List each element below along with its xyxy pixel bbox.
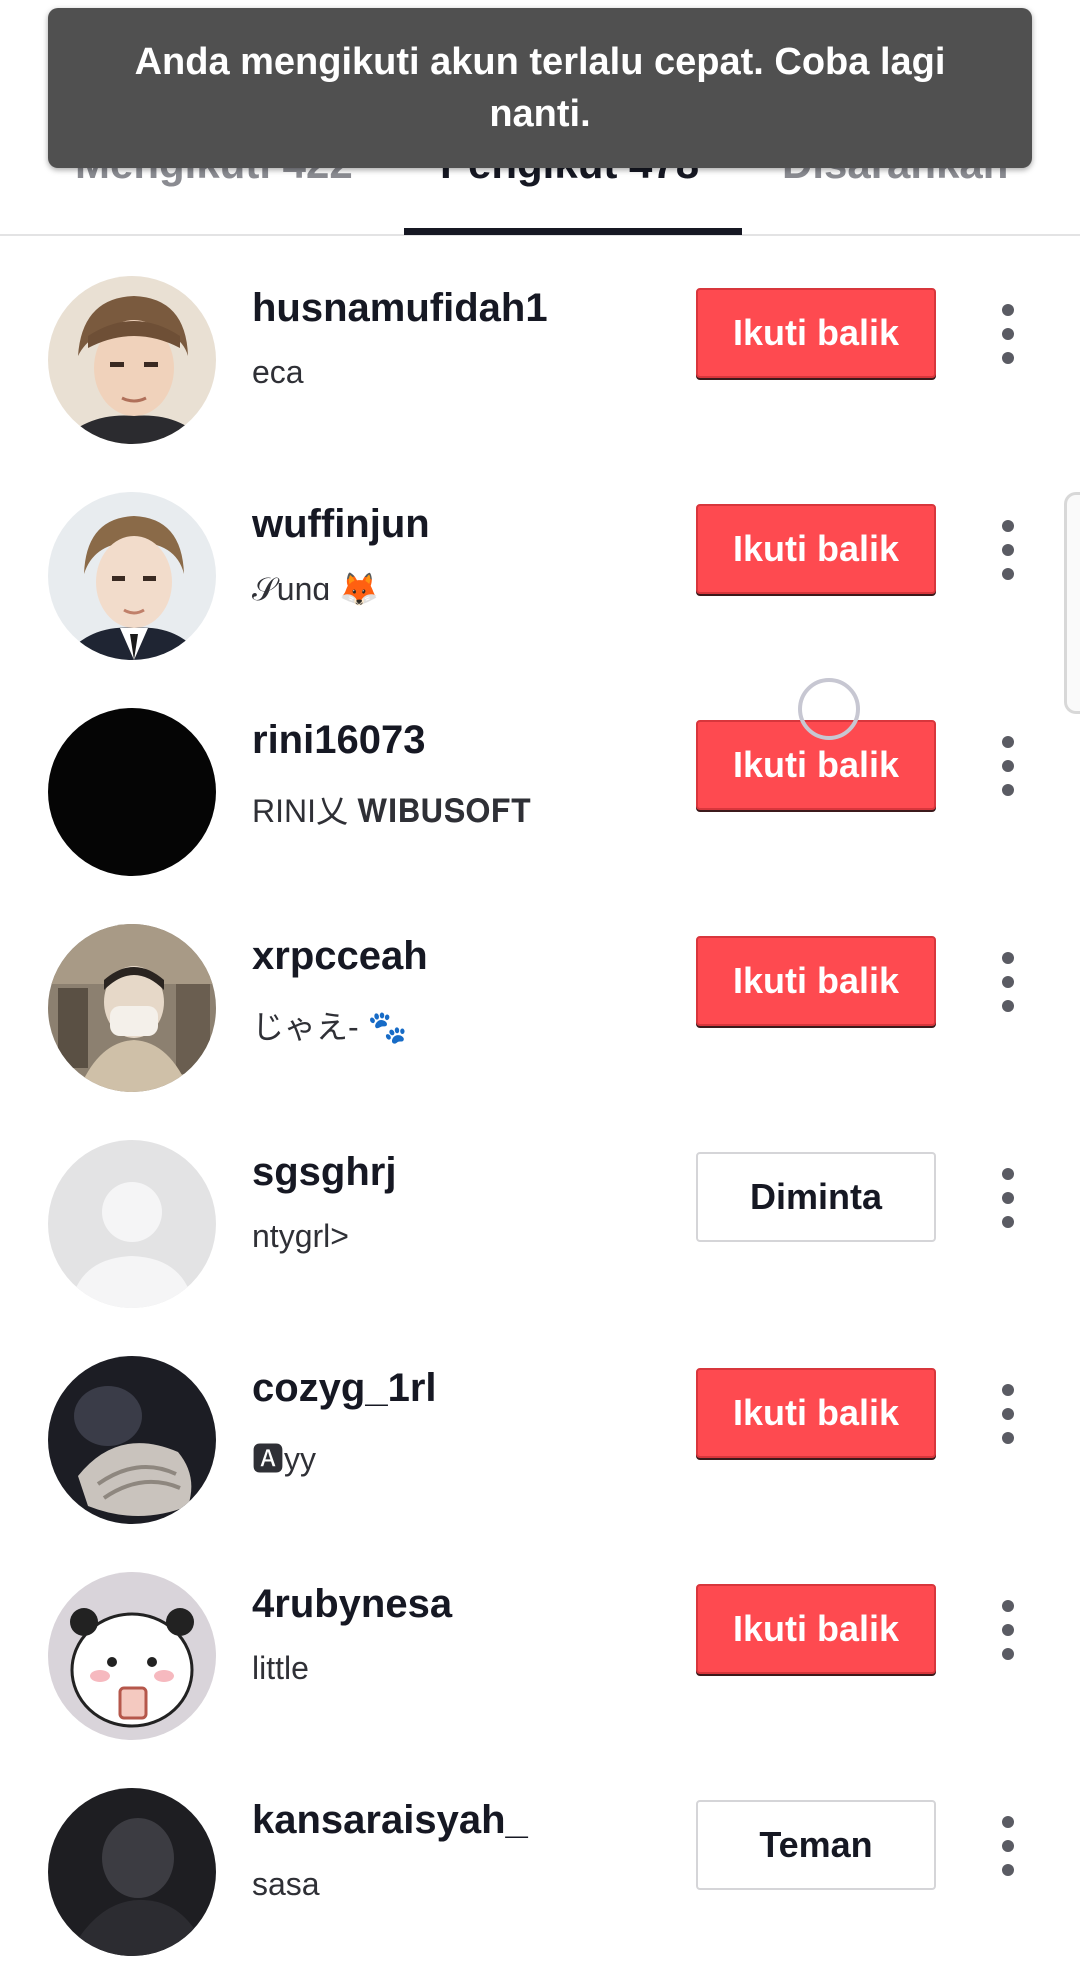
avatar[interactable] <box>48 276 216 444</box>
username[interactable]: xrpcceah <box>252 934 428 979</box>
follower-row[interactable]: sgsghrj ntygrl> Diminta <box>0 1100 1080 1316</box>
follower-row[interactable]: xrpcceah じゃえ- 🐾 Ikuti balik <box>0 884 1080 1100</box>
more-options-icon[interactable] <box>990 1164 1026 1234</box>
nickname: 𝒮unɑ 🦊 <box>252 571 379 607</box>
username[interactable]: wuffinjun <box>252 502 430 547</box>
more-options-icon[interactable] <box>990 732 1026 802</box>
nickname: eca <box>252 354 304 390</box>
default-person-icon <box>48 1140 216 1308</box>
avatar[interactable] <box>48 708 216 876</box>
more-options-icon[interactable] <box>990 300 1026 370</box>
more-options-icon[interactable] <box>990 516 1026 586</box>
toast-message: Anda mengikuti akun terlalu cepat. Coba … <box>134 41 946 135</box>
more-options-icon[interactable] <box>990 1812 1026 1882</box>
nickname: little <box>252 1650 309 1686</box>
follow-back-button[interactable]: Ikuti balik <box>696 936 936 1026</box>
more-options-icon[interactable] <box>990 948 1026 1018</box>
active-tab-indicator <box>404 228 742 235</box>
username[interactable]: cozyg_1rl <box>252 1366 437 1411</box>
username[interactable]: kansaraisyah_ <box>252 1798 528 1843</box>
scrollbar[interactable] <box>1064 492 1080 714</box>
touch-indicator <box>798 678 860 740</box>
follower-row[interactable]: wuffinjun 𝒮unɑ 🦊 Ikuti balik <box>0 452 1080 668</box>
username[interactable]: 4rubynesa <box>252 1582 452 1627</box>
nickname: RINI乂 𝐖𝐈𝐁𝐔𝐒𝐎𝐅𝐓 <box>252 793 532 829</box>
requested-button[interactable]: Diminta <box>696 1152 936 1242</box>
follower-row[interactable]: husnamufidah1 eca Ikuti balik <box>0 236 1080 452</box>
follow-back-button[interactable]: Ikuti balik <box>696 288 936 378</box>
rate-limit-toast: Anda mengikuti akun terlalu cepat. Coba … <box>48 8 1032 168</box>
avatar[interactable] <box>48 1788 216 1956</box>
follow-back-button[interactable]: Ikuti balik <box>696 504 936 594</box>
nickname: 🅰yy <box>252 1441 317 1477</box>
follower-row[interactable]: kansaraisyah_ sasa Teman <box>0 1748 1080 1964</box>
avatar[interactable] <box>48 1140 216 1308</box>
follower-row[interactable]: cozyg_1rl 🅰yy Ikuti balik <box>0 1316 1080 1532</box>
nickname: ntygrl> <box>252 1218 349 1254</box>
avatar[interactable] <box>48 924 216 1092</box>
more-options-icon[interactable] <box>990 1596 1026 1666</box>
avatar[interactable] <box>48 492 216 660</box>
avatar[interactable] <box>48 1572 216 1740</box>
more-options-icon[interactable] <box>990 1380 1026 1450</box>
follow-back-button[interactable]: Ikuti balik <box>696 1584 936 1674</box>
nickname: sasa <box>252 1866 320 1902</box>
username[interactable]: rini16073 <box>252 718 425 763</box>
username[interactable]: sgsghrj <box>252 1150 396 1195</box>
nickname: じゃえ- 🐾 <box>252 1009 408 1045</box>
follow-back-button[interactable]: Ikuti balik <box>696 1368 936 1458</box>
follower-row[interactable]: 4rubynesa little Ikuti balik <box>0 1532 1080 1748</box>
follower-row[interactable]: rini16073 RINI乂 𝐖𝐈𝐁𝐔𝐒𝐎𝐅𝐓 Ikuti balik <box>0 668 1080 884</box>
friends-button[interactable]: Teman <box>696 1800 936 1890</box>
username[interactable]: husnamufidah1 <box>252 286 548 331</box>
avatar[interactable] <box>48 1356 216 1524</box>
